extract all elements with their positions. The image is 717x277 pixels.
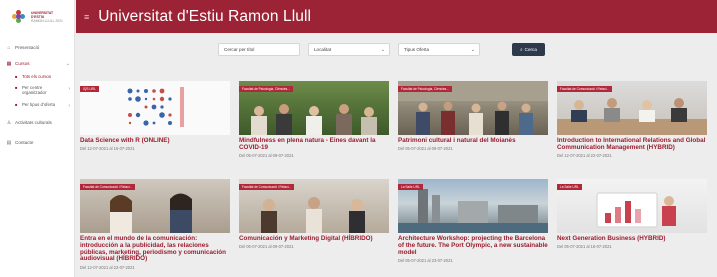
course-date: Del 05-07-2021 al 16-07-2021 <box>557 244 612 249</box>
sidebar-subitem-label: Per centre organitzador <box>22 85 47 96</box>
course-date: Del 05-07-2021 al 09-07-2021 <box>398 146 453 151</box>
sidebar-subitem-label: Per tipus d'oferta <box>22 102 56 107</box>
home-icon: ⌂ <box>7 44 11 51</box>
course-title[interactable]: Entra en el mundo de la comunicación: in… <box>80 235 232 263</box>
course-date: Del 05-07-2021 al 09-07-2021 <box>239 153 294 158</box>
course-image[interactable] <box>80 81 230 135</box>
search-button-label: Cerca <box>524 47 537 52</box>
title-search-placeholder: Cercar per títol <box>224 47 255 52</box>
title-search-input[interactable]: Cercar per títol <box>218 43 300 56</box>
course-title[interactable]: Introduction to International Relations … <box>557 137 709 152</box>
offer-type-select[interactable]: Tipus Oferta ⌄ <box>398 43 480 56</box>
course-tag: La Salle URL <box>398 184 423 190</box>
grid-icon: ■ <box>15 74 18 79</box>
sidebar-nav: ⌂ Presentació ▦ Cursos ⌄ ■ Tots els curs… <box>0 41 74 149</box>
page-title: Universitat d'Estiu Ramon Llull <box>98 7 312 25</box>
sidebar-item-label: Presentació <box>15 45 40 50</box>
logo[interactable]: UNIVERSITAT D'ESTIU RAMON LLULL 2021 <box>0 0 74 33</box>
sidebar-subitem-tots-els-cursos[interactable]: ■ Tots els cursos <box>0 72 74 83</box>
logo-subtitle: RAMON LLULL 2021 <box>31 18 63 23</box>
logo-mark-icon <box>12 9 26 24</box>
course-date: Del 12-07-2021 al 22-07-2021 <box>557 153 612 158</box>
chevron-down-icon: ⌄ <box>65 60 70 67</box>
grid-icon: ■ <box>15 102 18 107</box>
course-tag: La Salle URL <box>557 184 582 190</box>
course-date: Del 12-07-2021 al 16-07-2021 <box>80 146 135 151</box>
sidebar-item-label: Activitats culturals <box>15 120 52 125</box>
course-title[interactable]: Next Generation Business (HYBRID) <box>557 235 709 243</box>
sidebar-subitem-per-centre[interactable]: ■ Per centre organitzador › <box>0 83 74 100</box>
sidebar-item-cursos[interactable]: ▦ Cursos ⌄ <box>0 57 74 70</box>
grid-icon: ▦ <box>6 60 12 67</box>
course-tag: Facultat de Comunicació i Relaci... <box>239 184 295 190</box>
grid-icon: ■ <box>15 85 18 90</box>
contact-card-icon: ▤ <box>6 139 12 146</box>
sidebar-item-contacte[interactable]: ▤ Contacte <box>0 136 74 149</box>
course-title[interactable]: Architecture Workshop: projecting the Ba… <box>398 235 550 256</box>
chevron-down-icon: ⌄ <box>470 46 475 53</box>
course-date: Del 05-07-2021 al 09-07-2021 <box>239 244 294 249</box>
correlation-plot-image <box>127 87 184 127</box>
course-tag: Facultat de Psicologia, Ciències... <box>398 86 452 92</box>
locality-select-value: Localitat <box>314 47 332 52</box>
offer-type-select-value: Tipus Oferta <box>404 47 430 52</box>
course-title[interactable]: Mindfulness en plena natura - Eines dava… <box>239 137 391 152</box>
menu-icon[interactable]: ≡ <box>84 12 89 22</box>
course-date: Del 05-07-2021 al 23-07-2021 <box>398 258 453 263</box>
course-title[interactable]: Patrimoni cultural i natural del Moianès <box>398 137 550 145</box>
course-tag: Facultat de Comunicació i Relaci... <box>80 184 136 190</box>
chevron-right-icon: › <box>68 103 70 109</box>
logo-title: UNIVERSITAT D'ESTIU <box>31 10 54 19</box>
sidebar: UNIVERSITAT D'ESTIU RAMON LLULL 2021 ⌂ P… <box>0 0 75 277</box>
course-title[interactable]: Comunicación y Marketing Digital (HÍBRID… <box>239 235 391 243</box>
filter-bar: Cercar per títol Localitat ⌄ Tipus Ofert… <box>76 33 717 66</box>
sidebar-subitem-per-tipus[interactable]: ■ Per tipus d'oferta › <box>0 100 74 111</box>
sidebar-item-activitats[interactable]: ♙ Activitats culturals <box>0 116 74 129</box>
course-tag: Facultat de Psicologia, Ciències... <box>239 86 293 92</box>
locality-select[interactable]: Localitat ⌄ <box>308 43 390 56</box>
chevron-right-icon: › <box>68 86 70 92</box>
search-button[interactable]: ⌕ Cerca <box>512 43 545 56</box>
course-tag: IQS URL <box>80 86 99 92</box>
sidebar-item-label: Contacte <box>15 140 34 145</box>
course-tag: Facultat de Comunicació i Relaci... <box>557 86 613 92</box>
sidebar-subitem-label: Tots els cursos <box>22 74 52 79</box>
course-title[interactable]: Data Science with R (ONLINE) <box>80 137 232 145</box>
course-date: Del 12-07-2021 al 22-07-2021 <box>80 265 135 270</box>
header: ≡ Universitat d'Estiu Ramon Llull <box>76 0 717 33</box>
sidebar-item-presentacio[interactable]: ⌂ Presentació <box>0 41 74 54</box>
sidebar-item-label: Cursos <box>15 61 30 66</box>
search-icon: ⌕ <box>520 47 523 52</box>
person-icon: ♙ <box>6 119 12 126</box>
chevron-down-icon: ⌄ <box>380 46 385 53</box>
